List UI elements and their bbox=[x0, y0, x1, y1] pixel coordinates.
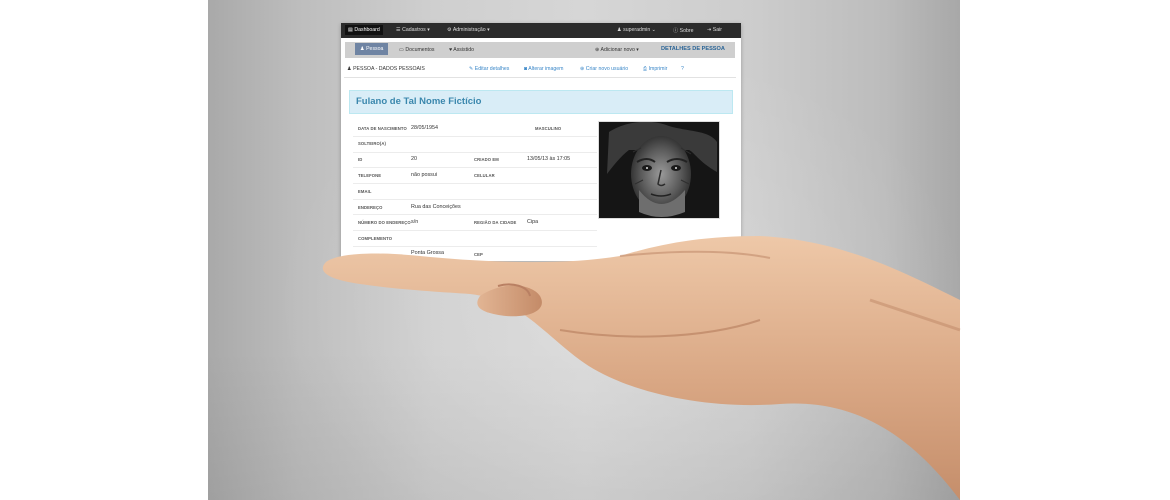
hand-illustration bbox=[322, 236, 961, 500]
photo-stage: ▤ Dashboard ☰ Cadastros ▾ ⚙ Administraçã… bbox=[0, 0, 1170, 500]
